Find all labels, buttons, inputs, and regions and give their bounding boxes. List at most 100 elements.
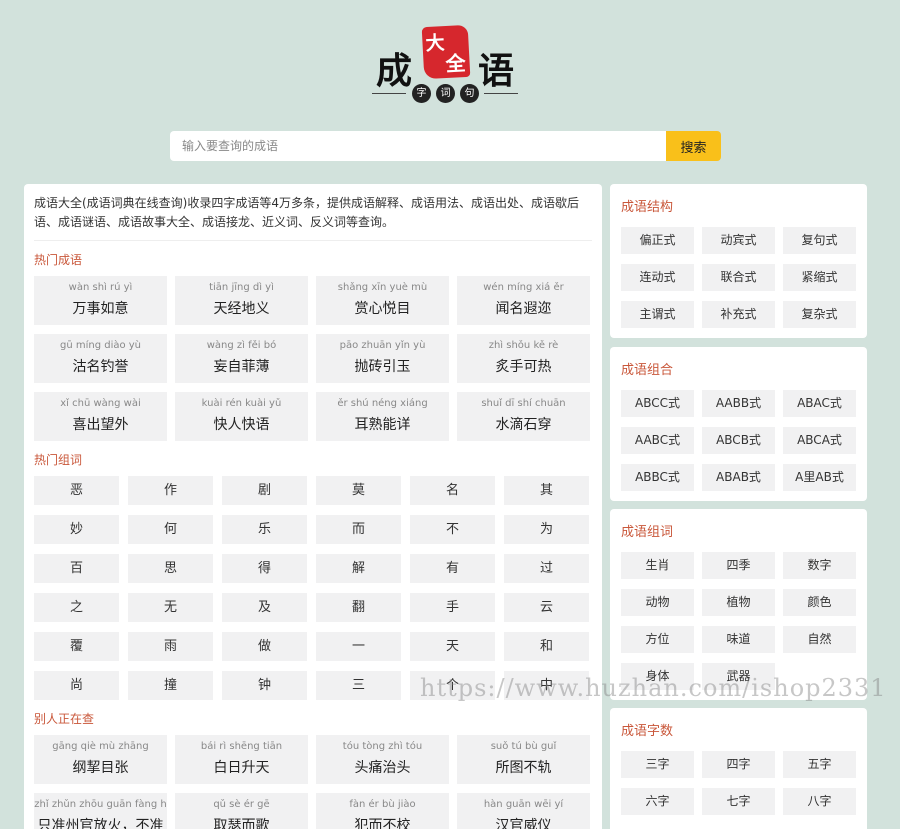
word-char-link[interactable]: 一 <box>316 632 401 661</box>
structure-tag[interactable]: 主谓式 <box>621 301 694 328</box>
word-char-link[interactable]: 和 <box>504 632 589 661</box>
idiom-card[interactable]: suǒ tú bù guǐ 所图不轨 <box>457 735 590 784</box>
search-input[interactable] <box>170 131 666 161</box>
structure-tag[interactable]: 补充式 <box>702 301 775 328</box>
group-tag[interactable]: 方位 <box>621 626 694 653</box>
idiom-card[interactable]: zhì shǒu kě rè 炙手可热 <box>457 334 590 383</box>
combo-tag[interactable]: AABB式 <box>702 390 775 417</box>
word-char-link[interactable]: 恶 <box>34 476 119 505</box>
count-tag[interactable]: 三字 <box>621 751 694 778</box>
count-tag[interactable]: 六字 <box>621 788 694 815</box>
word-char-link[interactable]: 剧 <box>222 476 307 505</box>
idiom-text: 所图不轨 <box>495 760 552 776</box>
idiom-card[interactable]: ěr shú néng xiáng 耳熟能详 <box>316 392 449 441</box>
idiom-card[interactable]: gū míng diào yù 沽名钓誉 <box>34 334 167 383</box>
word-char-link[interactable]: 其 <box>504 476 589 505</box>
group-tag[interactable]: 四季 <box>702 552 775 579</box>
word-char-link[interactable]: 有 <box>410 554 495 583</box>
structure-tag[interactable]: 连动式 <box>621 264 694 291</box>
word-char-link[interactable]: 翻 <box>316 593 401 622</box>
group-grid: 生肖 四季 数字动物 植物 颜色方位 味道 自然身体 武器 <box>621 552 856 690</box>
count-tag[interactable]: 八字 <box>783 788 856 815</box>
idiom-card[interactable]: wàn shì rú yì 万事如意 <box>34 276 167 325</box>
group-tag[interactable]: 颜色 <box>783 589 856 616</box>
combo-tag[interactable]: ABAC式 <box>783 390 856 417</box>
combo-tag[interactable]: AABC式 <box>621 427 694 454</box>
group-tag[interactable]: 身体 <box>621 663 694 690</box>
idiom-card[interactable]: xǐ chū wàng wài 喜出望外 <box>34 392 167 441</box>
word-char-link[interactable]: 云 <box>504 593 589 622</box>
word-char-link[interactable]: 雨 <box>128 632 213 661</box>
idiom-card[interactable]: shuǐ dī shí chuān 水滴石穿 <box>457 392 590 441</box>
idiom-card[interactable]: shǎng xīn yuè mù 赏心悦目 <box>316 276 449 325</box>
search-button[interactable]: 搜索 <box>666 131 721 161</box>
group-tag[interactable]: 自然 <box>783 626 856 653</box>
word-char-link[interactable]: 百 <box>34 554 119 583</box>
word-char-link[interactable]: 三 <box>316 671 401 700</box>
structure-tag[interactable]: 偏正式 <box>621 227 694 254</box>
group-tag[interactable]: 武器 <box>702 663 775 690</box>
word-char-link[interactable]: 无 <box>128 593 213 622</box>
idiom-card[interactable]: qǔ sè ér gē 取瑟而歌 <box>175 793 308 829</box>
word-char-link[interactable]: 做 <box>222 632 307 661</box>
word-char-link[interactable]: 解 <box>316 554 401 583</box>
word-char-link[interactable]: 思 <box>128 554 213 583</box>
idiom-card[interactable]: wàng zì fěi bó 妄自菲薄 <box>175 334 308 383</box>
idiom-card[interactable]: tiān jīng dì yì 天经地义 <box>175 276 308 325</box>
idiom-card[interactable]: zhǐ zhǔn zhōu guān fàng h 只准州官放火，不准 <box>34 793 167 829</box>
combo-tag[interactable]: ABCA式 <box>783 427 856 454</box>
structure-tag[interactable]: 复句式 <box>783 227 856 254</box>
word-char-link[interactable]: 个 <box>410 671 495 700</box>
site-logo[interactable]: 成 大 全 语 字 词 句 <box>372 22 522 104</box>
combo-tag[interactable]: ABCC式 <box>621 390 694 417</box>
word-char-link[interactable]: 而 <box>316 515 401 544</box>
idiom-card[interactable]: pāo zhuān yǐn yù 抛砖引玉 <box>316 334 449 383</box>
word-char-link[interactable]: 尚 <box>34 671 119 700</box>
group-tag[interactable]: 动物 <box>621 589 694 616</box>
word-char-link[interactable]: 中 <box>504 671 589 700</box>
group-tag[interactable]: 味道 <box>702 626 775 653</box>
structure-tag[interactable]: 联合式 <box>702 264 775 291</box>
combo-tag[interactable]: ABCB式 <box>702 427 775 454</box>
combo-tag[interactable]: ABAB式 <box>702 464 775 491</box>
word-char-link[interactable]: 之 <box>34 593 119 622</box>
idiom-card[interactable]: gāng qiè mù zhāng 纲挈目张 <box>34 735 167 784</box>
group-tag[interactable]: 生肖 <box>621 552 694 579</box>
word-char-link[interactable]: 妙 <box>34 515 119 544</box>
word-char-link[interactable]: 撞 <box>128 671 213 700</box>
word-char-link[interactable]: 覆 <box>34 632 119 661</box>
idiom-card[interactable]: fàn ér bù jiào 犯而不校 <box>316 793 449 829</box>
word-char-link[interactable]: 莫 <box>316 476 401 505</box>
combo-tag[interactable]: A里AB式 <box>783 464 856 491</box>
word-char-link[interactable]: 为 <box>504 515 589 544</box>
structure-grid: 偏正式 动宾式 复句式连动式 联合式 紧缩式主谓式 补充式 复杂式 <box>621 227 856 328</box>
word-char-link[interactable]: 天 <box>410 632 495 661</box>
word-char-link[interactable]: 乐 <box>222 515 307 544</box>
count-tag[interactable]: 四字 <box>702 751 775 778</box>
group-tag[interactable]: 数字 <box>783 552 856 579</box>
structure-tag[interactable]: 紧缩式 <box>783 264 856 291</box>
logo-seal: 大 全 <box>421 24 471 80</box>
idiom-card[interactable]: tóu tòng zhì tóu 头痛治头 <box>316 735 449 784</box>
word-char-link[interactable]: 过 <box>504 554 589 583</box>
idiom-pinyin: shuǐ dī shí chuān <box>481 398 566 409</box>
word-char-link[interactable]: 得 <box>222 554 307 583</box>
count-tag[interactable]: 五字 <box>783 751 856 778</box>
word-char-link[interactable]: 不 <box>410 515 495 544</box>
word-char-link[interactable]: 及 <box>222 593 307 622</box>
structure-tag[interactable]: 复杂式 <box>783 301 856 328</box>
idiom-pinyin: tiān jīng dì yì <box>209 282 274 293</box>
word-char-link[interactable]: 何 <box>128 515 213 544</box>
structure-tag[interactable]: 动宾式 <box>702 227 775 254</box>
idiom-card[interactable]: bái rì shēng tiān 白日升天 <box>175 735 308 784</box>
idiom-card[interactable]: hàn guān wēi yí 汉官威仪 <box>457 793 590 829</box>
word-char-link[interactable]: 名 <box>410 476 495 505</box>
word-char-link[interactable]: 手 <box>410 593 495 622</box>
count-tag[interactable]: 七字 <box>702 788 775 815</box>
idiom-card[interactable]: wén míng xiá ěr 闻名遐迩 <box>457 276 590 325</box>
idiom-card[interactable]: kuài rén kuài yǔ 快人快语 <box>175 392 308 441</box>
combo-tag[interactable]: ABBC式 <box>621 464 694 491</box>
group-tag[interactable]: 植物 <box>702 589 775 616</box>
word-char-link[interactable]: 作 <box>128 476 213 505</box>
word-char-link[interactable]: 钟 <box>222 671 307 700</box>
